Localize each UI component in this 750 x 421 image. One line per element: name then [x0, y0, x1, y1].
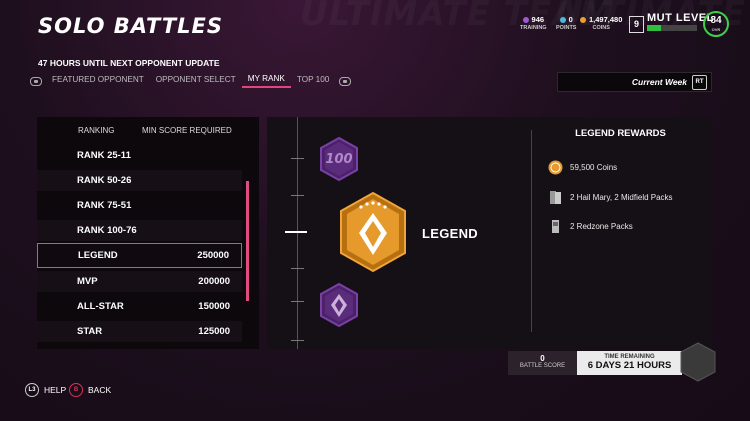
training-label: TRAINING — [520, 25, 547, 31]
rank-table: RANKING MIN SCORE REQUIRED RANK 25-11 RA… — [37, 117, 259, 349]
time-remaining: TIME REMAINING 6 DAYS 21 HOURS — [577, 351, 682, 375]
ruler-tick — [291, 158, 304, 159]
help-button[interactable]: L3 HELP — [25, 383, 66, 397]
rt-button-icon[interactable]: RT — [692, 74, 707, 90]
reward-text: 2 Hail Mary, 2 Midfield Packs — [570, 193, 673, 202]
reward-text: 2 Redzone Packs — [570, 222, 633, 231]
coins-value: 1,497,480 — [589, 15, 623, 24]
time-remaining-value: 6 DAYS 21 HOURS — [587, 360, 672, 371]
rank-row-selected[interactable]: LEGEND 250000 — [37, 243, 242, 268]
battle-score-label: BATTLE SCORE — [519, 363, 566, 369]
rank-row[interactable]: RANK 100-76 — [37, 220, 242, 241]
reward-item: 2 Hail Mary, 2 Midfield Packs — [548, 190, 673, 205]
points-currency: 0 POINTS — [556, 15, 576, 31]
rank-row[interactable]: RANK 75-51 — [37, 195, 242, 216]
rank-name: LEGEND — [78, 250, 118, 261]
rank-name: ALL-STAR — [77, 301, 124, 312]
rb-bumper-icon[interactable] — [339, 76, 352, 86]
current-rank-label: LEGEND — [422, 226, 478, 241]
reward-item: 2 Redzone Packs — [548, 219, 633, 234]
rank-name: RANK 50-26 — [77, 175, 132, 186]
tab-bar: FEATURED OPPONENT OPPONENT SELECT MY RAN… — [26, 74, 355, 88]
mut-level-badge: 9 — [629, 16, 644, 33]
overall-label: OVR — [711, 27, 721, 32]
coins-label: COINS — [592, 25, 610, 31]
rank-name: RANK 100-76 — [77, 225, 137, 236]
week-selector[interactable]: Current Week RT — [557, 72, 712, 92]
packs-icon — [550, 191, 561, 204]
tab-top-100[interactable]: TOP 100 — [291, 75, 335, 87]
help-label: HELP — [44, 385, 67, 395]
rank-name: RANK 25-11 — [77, 150, 131, 161]
overall-rating: 84 OVR — [703, 11, 729, 37]
rank-name: MVP — [77, 276, 98, 287]
rank-row[interactable]: MVP 200000 — [37, 271, 242, 292]
ruler-tick-current — [285, 231, 307, 233]
rank-name: RANK 75-51 — [77, 200, 132, 211]
tab-my-rank[interactable]: MY RANK — [241, 74, 291, 88]
rewards-title: LEGEND REWARDS — [575, 128, 666, 139]
overall-value: 84 — [710, 15, 722, 26]
week-selector-label: Current Week — [631, 77, 687, 87]
tab-featured-opponent[interactable]: FEATURED OPPONENT — [46, 75, 150, 87]
rank-min-score: 150000 — [198, 301, 230, 312]
points-value: 0 — [568, 15, 573, 24]
ruler-tick — [291, 301, 304, 302]
reward-item: 59,500 Coins — [548, 160, 617, 175]
legend-badge-icon — [340, 191, 406, 273]
pack-icon — [552, 220, 559, 233]
opponent-update-notice: 47 HOURS UNTIL NEXT OPPONENT UPDATE — [38, 58, 220, 68]
rank-100-badge-icon: 100 — [320, 136, 358, 182]
panel-divider — [531, 130, 532, 332]
l3-button-icon: L3 — [25, 383, 39, 397]
b-button-icon: B — [69, 383, 83, 397]
lower-rank-badge-icon — [320, 282, 358, 328]
coins-currency: 1,497,480 COINS — [580, 15, 622, 31]
mut-level-progress-fill — [647, 25, 661, 31]
ranking-column-header: RANKING — [78, 126, 115, 135]
back-label: BACK — [88, 385, 112, 395]
coins-icon — [548, 160, 563, 175]
back-button[interactable]: B BACK — [69, 383, 111, 397]
points-icon — [559, 16, 566, 23]
coin-icon — [580, 16, 586, 23]
reward-text: 59,500 Coins — [570, 163, 618, 172]
training-currency: 946 TRAINING — [520, 15, 547, 31]
mut-level-progress — [647, 25, 697, 31]
rank-100-badge-label: 100 — [325, 152, 352, 167]
rank-min-score: 250000 — [197, 250, 229, 261]
rank-row[interactable]: STAR 125000 — [37, 321, 242, 342]
lb-bumper-icon[interactable] — [30, 76, 42, 86]
hex-decoration-icon — [680, 342, 716, 382]
battle-score-value: 0 — [540, 354, 545, 363]
rank-row[interactable]: ALL-STAR 150000 — [37, 296, 242, 317]
ruler-tick — [291, 268, 304, 269]
ruler-tick — [291, 340, 304, 341]
rank-ruler — [297, 117, 298, 349]
tab-opponent-select[interactable]: OPPONENT SELECT — [150, 75, 242, 87]
rank-row[interactable]: RANK 25-11 — [37, 145, 242, 166]
training-icon — [522, 16, 529, 23]
min-score-column-header: MIN SCORE REQUIRED — [142, 126, 232, 135]
rank-min-score: 200000 — [198, 276, 230, 287]
battle-score: 0 BATTLE SCORE — [508, 351, 577, 375]
training-value: 946 — [531, 15, 545, 24]
rank-min-score: 125000 — [198, 326, 230, 337]
rank-list-scrollbar[interactable] — [246, 181, 249, 301]
rank-row[interactable]: RANK 50-26 — [37, 170, 242, 191]
page-title: SOLO BATTLES — [38, 14, 224, 38]
points-label: POINTS — [556, 25, 577, 31]
ruler-tick — [291, 195, 304, 196]
rank-name: STAR — [77, 326, 103, 337]
